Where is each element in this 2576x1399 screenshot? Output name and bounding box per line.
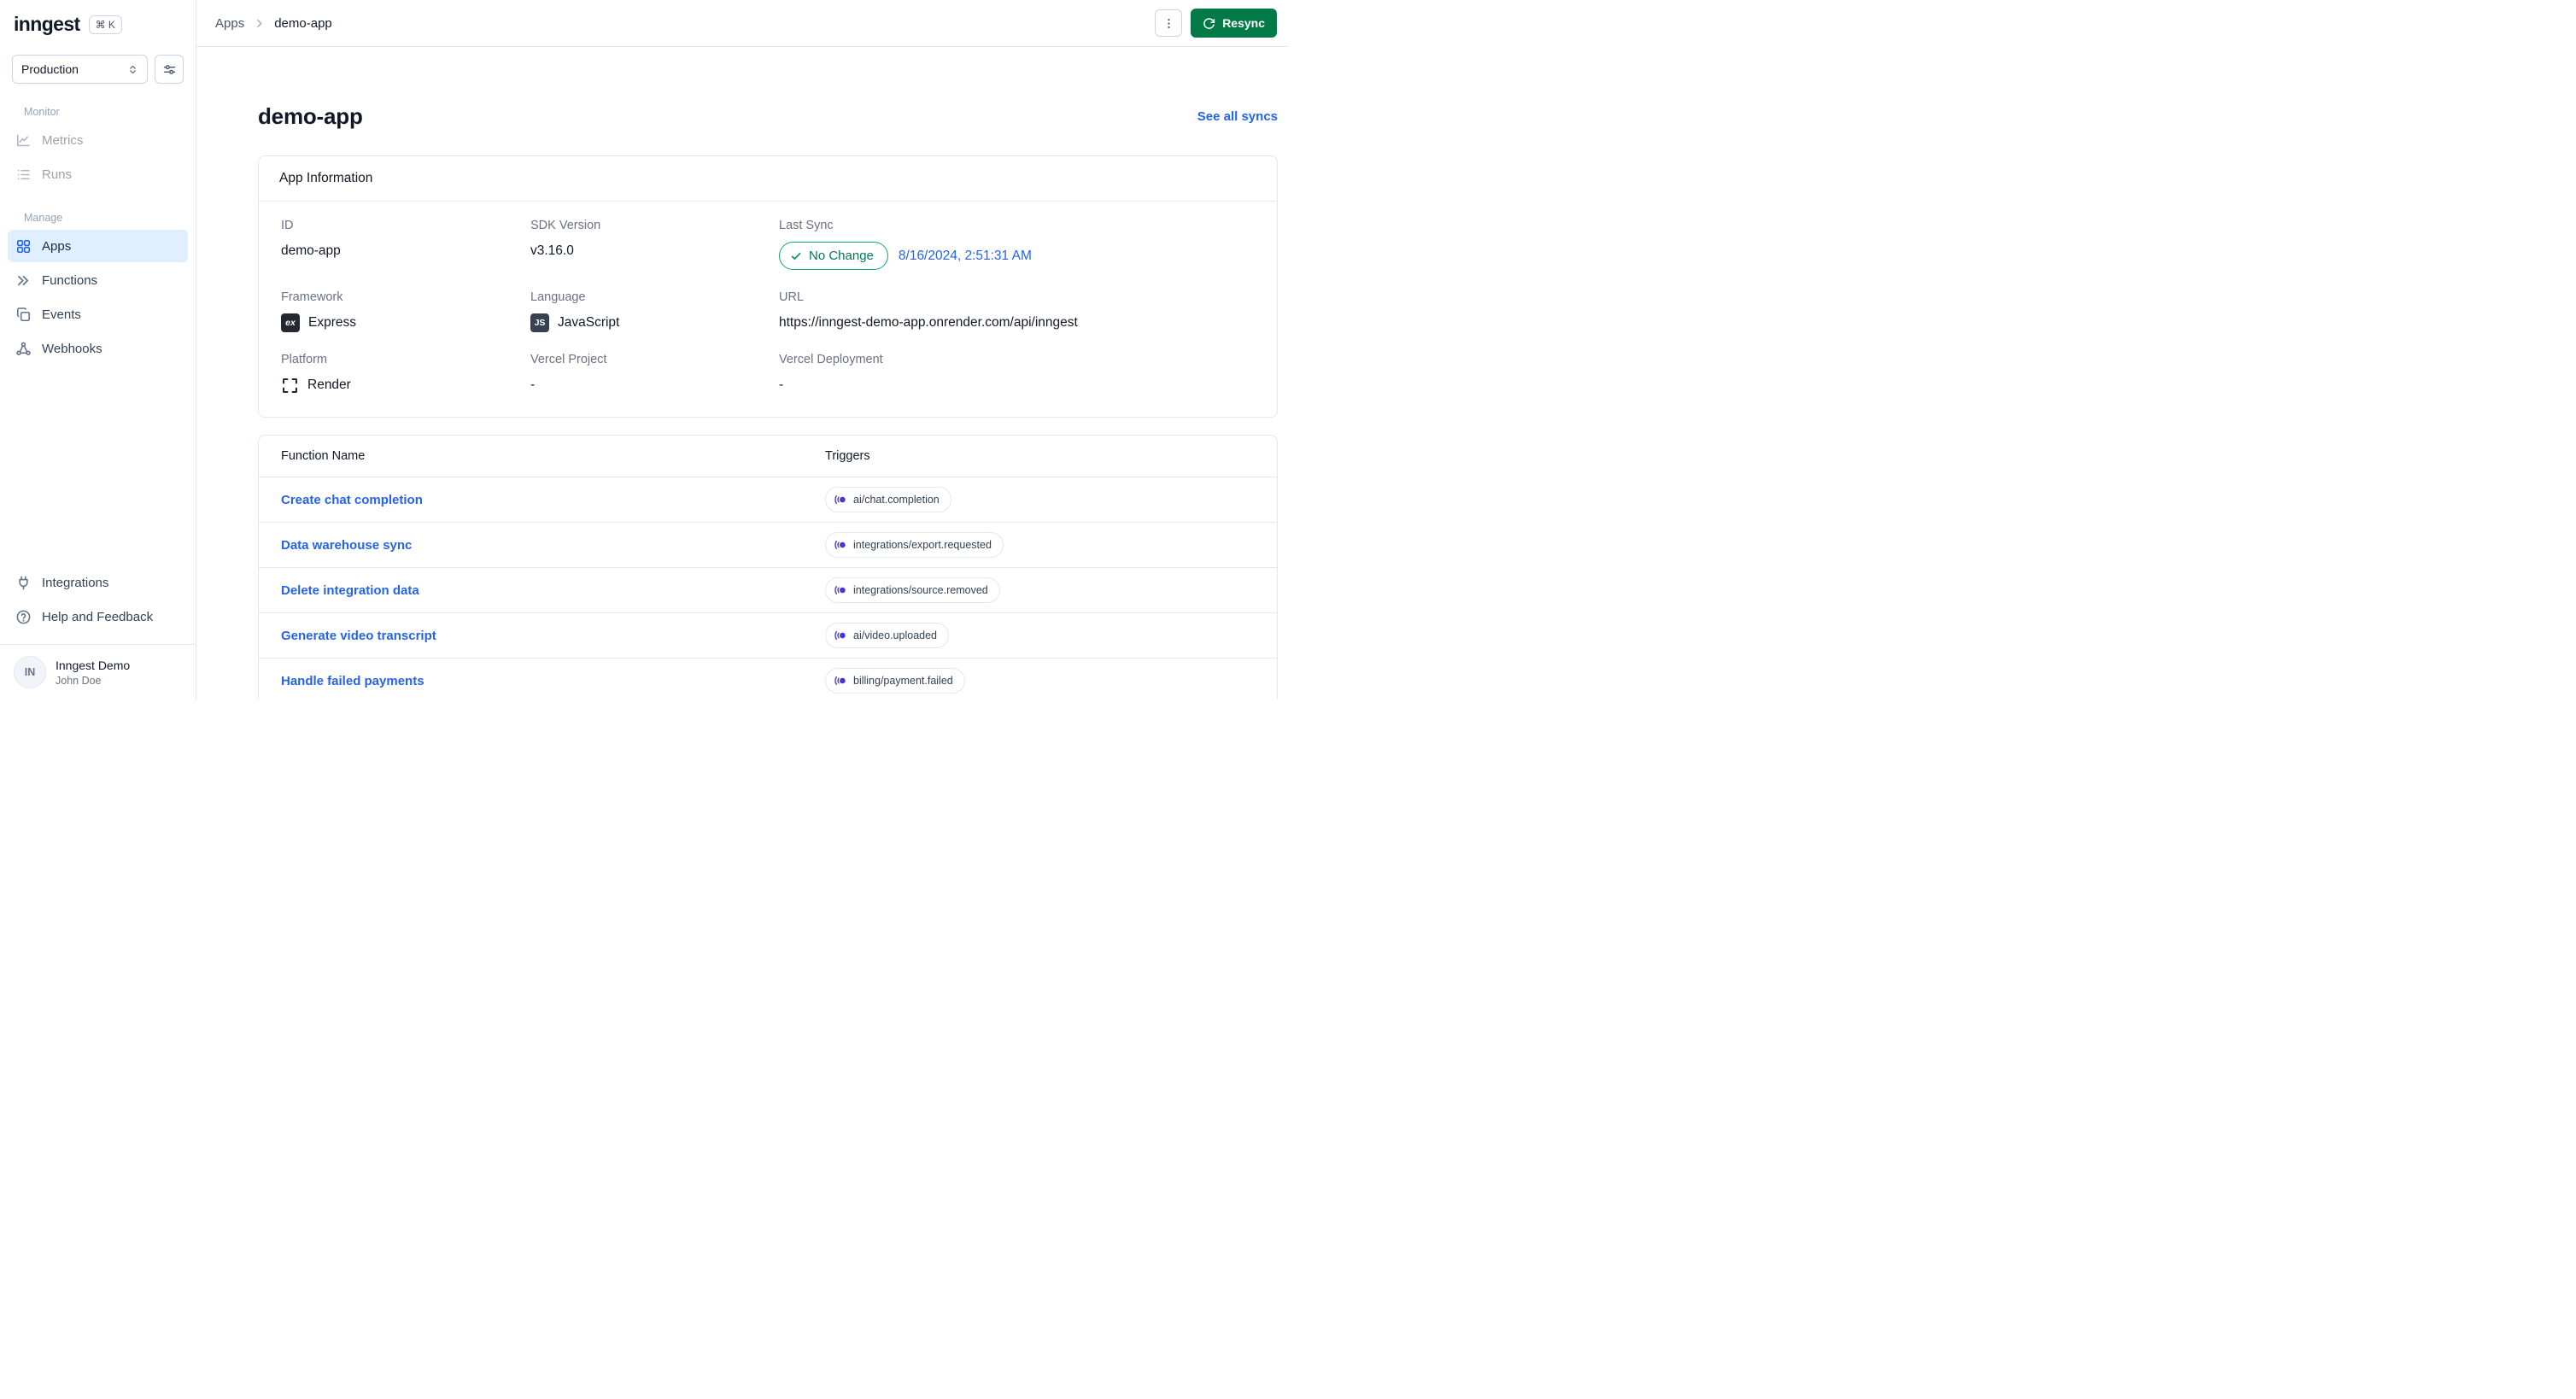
- chevron-right-icon: [254, 18, 265, 29]
- sidebar-item-metrics[interactable]: Metrics: [8, 124, 188, 156]
- express-icon: ex: [281, 313, 300, 332]
- trigger-badge: integrations/source.removed: [825, 577, 1000, 603]
- user-menu[interactable]: IN Inngest Demo John Doe: [0, 644, 196, 700]
- sidebar-item-help[interactable]: Help and Feedback: [8, 600, 188, 633]
- plug-icon: [15, 575, 32, 591]
- table-row[interactable]: Delete integration data integrations/sou…: [259, 567, 1277, 612]
- field-platform: Platform Render: [281, 353, 530, 395]
- breadcrumb-current: demo-app: [274, 15, 332, 31]
- table-row[interactable]: Generate video transcript ai/video.uploa…: [259, 612, 1277, 658]
- webhook-icon: [15, 341, 32, 357]
- javascript-icon: JS: [530, 313, 549, 332]
- user-name: Inngest Demo: [56, 658, 131, 672]
- page-title: demo-app: [258, 103, 363, 129]
- sidebar-item-label: Apps: [42, 238, 72, 254]
- function-link[interactable]: Delete integration data: [281, 583, 825, 598]
- user-subtitle: John Doe: [56, 674, 102, 687]
- chevron-up-down-icon: [127, 64, 138, 75]
- field-sdk-version: SDK Version v3.16.0: [530, 219, 601, 258]
- last-sync-timestamp[interactable]: 8/16/2024, 2:51:31 AM: [899, 249, 1032, 264]
- sidebar-item-label: Metrics: [42, 132, 84, 148]
- event-trigger-icon: [834, 493, 847, 506]
- main-area: Apps demo-app Resync demo-app See all sy…: [196, 0, 1288, 700]
- kebab-icon: [1162, 17, 1175, 30]
- sidebar-item-integrations[interactable]: Integrations: [8, 566, 188, 599]
- refresh-icon: [1203, 17, 1215, 30]
- sidebar: inngest ⌘ K Production Monitor Metrics R…: [0, 0, 196, 700]
- sidebar-item-label: Runs: [42, 167, 73, 182]
- environment-settings-button[interactable]: [155, 55, 184, 84]
- resync-button[interactable]: Resync: [1191, 9, 1277, 38]
- sidebar-item-apps[interactable]: Apps: [8, 230, 188, 262]
- functions-table-card: Function Name Triggers Create chat compl…: [258, 435, 1278, 700]
- command-k-shortcut: ⌘ K: [88, 15, 122, 34]
- app-information-title: App Information: [259, 156, 1277, 202]
- table-row[interactable]: Data warehouse sync integrations/export.…: [259, 522, 1277, 567]
- avatar: IN: [14, 656, 46, 688]
- breadcrumb-apps[interactable]: Apps: [215, 16, 244, 31]
- table-row[interactable]: Create chat completion ai/chat.completio…: [259, 477, 1277, 522]
- function-link[interactable]: Data warehouse sync: [281, 538, 825, 553]
- inngest-logo: inngest: [14, 13, 80, 35]
- sidebar-item-functions[interactable]: Functions: [8, 264, 188, 296]
- event-trigger-icon: [834, 674, 847, 688]
- breadcrumb: Apps demo-app: [215, 16, 332, 31]
- more-options-button[interactable]: [1155, 9, 1183, 37]
- section-label-monitor: Monitor: [24, 106, 60, 118]
- event-trigger-icon: [834, 538, 847, 552]
- field-language: Language JS JavaScript: [530, 290, 779, 332]
- event-trigger-icon: [834, 583, 847, 597]
- column-triggers: Triggers: [825, 449, 870, 463]
- check-icon: [790, 250, 802, 262]
- trigger-badge: ai/chat.completion: [825, 487, 951, 512]
- grid-icon: [15, 238, 32, 255]
- function-link[interactable]: Generate video transcript: [281, 629, 825, 643]
- sidebar-item-webhooks[interactable]: Webhooks: [8, 332, 188, 365]
- function-link[interactable]: Handle failed payments: [281, 674, 825, 688]
- no-change-badge: No Change: [779, 242, 888, 270]
- page-content: demo-app See all syncs App Information I…: [196, 47, 1288, 700]
- function-link[interactable]: Create chat completion: [281, 493, 825, 507]
- environment-select[interactable]: Production: [12, 55, 148, 84]
- functions-table-header: Function Name Triggers: [259, 436, 1277, 477]
- top-bar: Apps demo-app Resync: [196, 0, 1288, 47]
- render-icon: [281, 377, 299, 395]
- event-trigger-icon: [834, 629, 847, 642]
- sidebar-item-label: Webhooks: [42, 341, 102, 356]
- field-url: URL https://inngest-demo-app.onrender.co…: [779, 290, 1078, 330]
- sidebar-item-events[interactable]: Events: [8, 298, 188, 331]
- list-icon: [15, 167, 32, 183]
- sidebar-item-label: Functions: [42, 272, 98, 288]
- field-framework: Framework ex Express: [281, 290, 530, 332]
- see-all-syncs-link[interactable]: See all syncs: [1197, 109, 1278, 124]
- environment-select-value: Production: [21, 62, 79, 76]
- stacked-squares-icon: [15, 307, 32, 323]
- question-circle-icon: [15, 609, 32, 625]
- trigger-badge: ai/video.uploaded: [825, 623, 949, 648]
- field-id: ID demo-app: [281, 219, 341, 258]
- line-chart-icon: [15, 132, 32, 149]
- sliders-icon: [162, 62, 177, 77]
- trigger-badge: integrations/export.requested: [825, 532, 1004, 558]
- sidebar-item-label: Events: [42, 307, 81, 322]
- section-label-manage: Manage: [24, 212, 63, 224]
- sidebar-item-label: Integrations: [42, 575, 109, 590]
- trigger-badge: billing/payment.failed: [825, 668, 965, 694]
- double-chevron-icon: [15, 272, 32, 289]
- column-function-name: Function Name: [281, 449, 366, 463]
- table-row[interactable]: Handle failed payments billing/payment.f…: [259, 658, 1277, 700]
- sidebar-item-label: Help and Feedback: [42, 609, 154, 624]
- field-vercel-project: Vercel Project -: [530, 353, 607, 392]
- field-vercel-deployment: Vercel Deployment -: [779, 353, 883, 392]
- field-last-sync: Last Sync No Change 8/16/2024, 2:51:31 A…: [779, 219, 1256, 270]
- sidebar-item-runs[interactable]: Runs: [8, 158, 188, 190]
- app-information-card: App Information ID demo-app SDK Version …: [258, 155, 1278, 418]
